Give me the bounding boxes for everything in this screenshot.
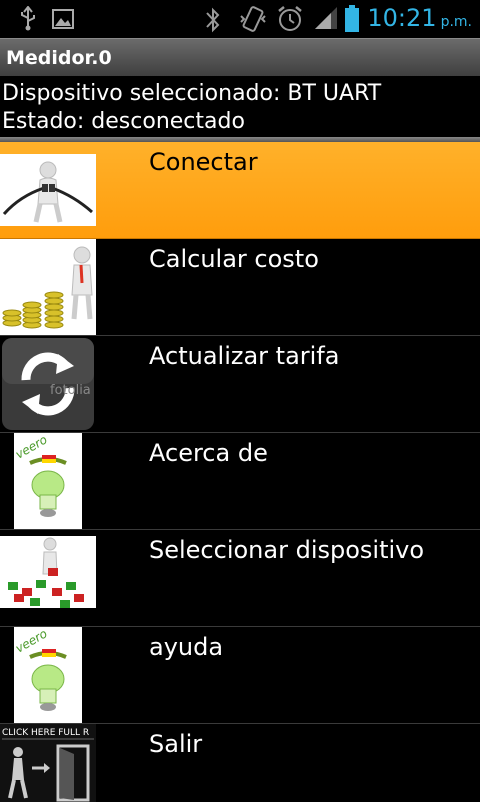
- menu-item-label: Seleccionar dispositivo: [149, 536, 425, 564]
- main-menu-list: Conectar Calcular costo fotolia Actualiz…: [0, 142, 480, 802]
- battery-icon: [345, 5, 359, 32]
- connection-status-text: Estado: desconectado: [2, 109, 245, 134]
- menu-item-conectar[interactable]: Conectar: [0, 142, 480, 239]
- menu-item-acerca-de[interactable]: veero Acerca de: [0, 433, 480, 530]
- clock: 10:21 p.m.: [367, 4, 472, 32]
- menu-item-label: Calcular costo: [149, 245, 319, 273]
- menu-item-calcular-costo[interactable]: Calcular costo: [0, 239, 480, 336]
- device-info: Dispositivo seleccionado: BT UART Estado…: [0, 76, 480, 138]
- menu-item-seleccionar-dispositivo[interactable]: Seleccionar dispositivo: [0, 530, 480, 627]
- alarm-icon: [278, 6, 302, 31]
- image-icon: [52, 9, 74, 29]
- app-title-bar: Medidor.0: [0, 38, 480, 76]
- menu-item-ayuda[interactable]: veero ayuda: [0, 627, 480, 724]
- puzzle-person-icon: [0, 536, 96, 608]
- selected-device-text: Dispositivo seleccionado: BT UART: [2, 81, 382, 106]
- clock-ampm: p.m.: [440, 14, 472, 30]
- menu-item-salir[interactable]: CLICK HERE FULL R Salir: [0, 724, 480, 802]
- menu-item-label: Acerca de: [149, 439, 268, 467]
- coins-person-icon: [0, 239, 96, 335]
- menu-item-label: Actualizar tarifa: [149, 342, 340, 370]
- bulb-logo-icon: veero: [13, 433, 82, 529]
- banner-text: CLICK HERE FULL R: [2, 728, 89, 738]
- bulb-logo-icon: veero: [13, 627, 82, 723]
- menu-item-label: ayuda: [149, 633, 224, 661]
- bluetooth-icon: [206, 7, 220, 33]
- menu-item-actualizar-tarifa[interactable]: fotolia Actualizar tarifa: [0, 336, 480, 433]
- menu-item-label: Salir: [149, 730, 203, 758]
- vibrate-icon: [240, 6, 266, 32]
- menu-item-label: Conectar: [149, 148, 258, 176]
- refresh-icon: fotolia: [2, 338, 94, 430]
- plug-person-icon: [0, 154, 96, 226]
- clock-time: 10:21: [367, 4, 437, 32]
- status-bar: 10:21 p.m.: [0, 0, 480, 38]
- app-title: Medidor.0: [6, 47, 112, 69]
- exit-door-icon: CLICK HERE FULL R: [0, 724, 96, 802]
- watermark-text: fotolia: [50, 383, 91, 398]
- usb-icon: [21, 6, 35, 31]
- signal-icon: [315, 7, 337, 29]
